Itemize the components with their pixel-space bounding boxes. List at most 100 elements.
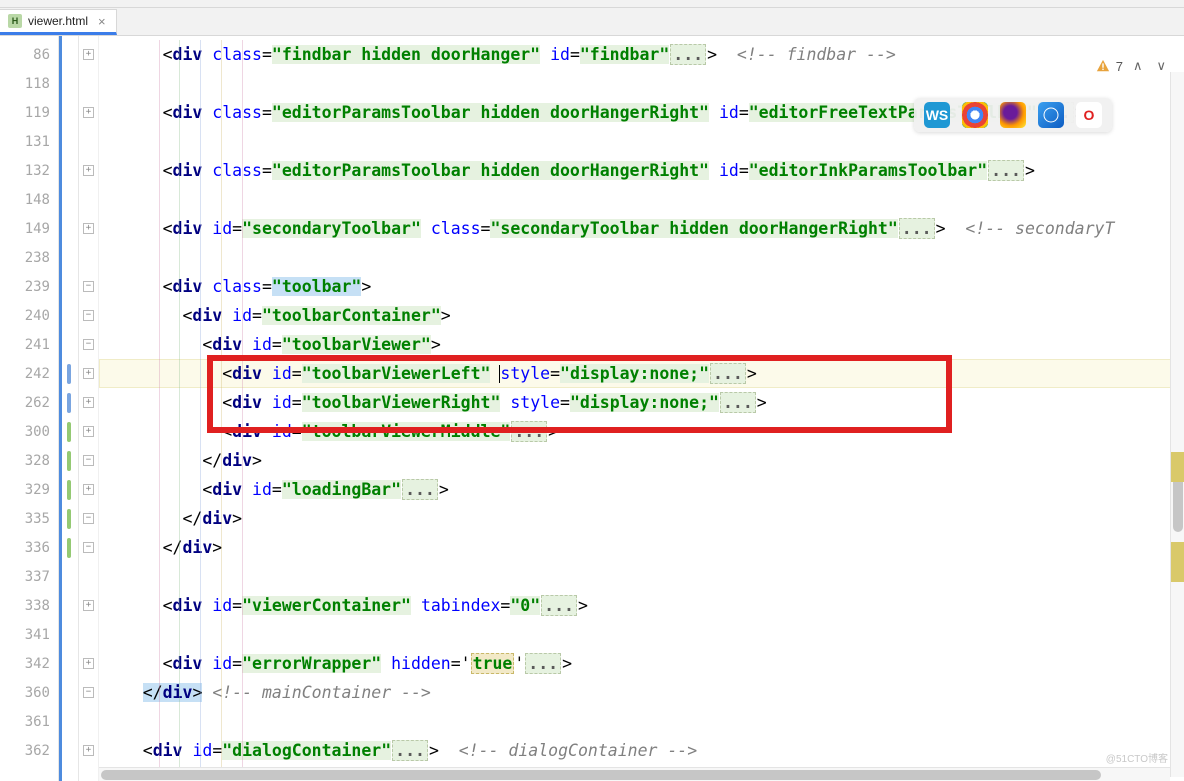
line-number-gutter: 8611811913113214814923823924024124226230…	[0, 36, 59, 781]
tab-strip: H viewer.html ×	[0, 8, 1184, 36]
line-number: 238	[0, 243, 58, 272]
firefox-icon[interactable]	[1000, 102, 1026, 128]
code-line[interactable]	[99, 620, 1184, 649]
fold-toggle[interactable]: +	[79, 359, 98, 388]
fold-toggle[interactable]: +	[79, 649, 98, 678]
fold-toggle	[79, 707, 98, 736]
fold-toggle	[79, 562, 98, 591]
editor-area: 8611811913113214814923823924024124226230…	[0, 36, 1184, 781]
line-number: 341	[0, 620, 58, 649]
watermark: @51CTO博客	[1106, 750, 1168, 765]
code-line[interactable]: <div id="toolbarViewerMiddle"...>	[99, 417, 1184, 446]
gutter-vertical-line	[59, 36, 62, 781]
code-line[interactable]: <div id="loadingBar"...>	[99, 475, 1184, 504]
code-line[interactable]: <div class="toolbar">	[99, 272, 1184, 301]
warning-icon	[1096, 59, 1110, 73]
horizontal-scrollbar[interactable]	[99, 767, 1170, 781]
warning-count: 7	[1116, 59, 1123, 74]
fold-toggle[interactable]: −	[79, 678, 98, 707]
code-line[interactable]: <div id="viewerContainer" tabindex="0"..…	[99, 591, 1184, 620]
code-line[interactable]: <div id="toolbarViewerLeft" style="displ…	[99, 359, 1184, 388]
code-line[interactable]: <div id="errorWrapper" hidden='true'...>	[99, 649, 1184, 678]
inspection-hints[interactable]: 7 ∧ ∨	[1096, 58, 1170, 74]
fold-toggle[interactable]: +	[79, 214, 98, 243]
next-highlight-icon[interactable]: ∨	[1152, 58, 1170, 74]
close-icon[interactable]: ×	[98, 14, 106, 29]
line-number: 119	[0, 98, 58, 127]
code-line[interactable]: <div id="dialogContainer"...> <!-- dialo…	[99, 736, 1184, 765]
line-number: 335	[0, 504, 58, 533]
code-line[interactable]: </div> <!-- mainContainer -->	[99, 678, 1184, 707]
line-number: 239	[0, 272, 58, 301]
code-text-area[interactable]: <div class="findbar hidden doorHanger" i…	[99, 36, 1184, 781]
fold-toggle	[79, 243, 98, 272]
file-tab[interactable]: H viewer.html ×	[0, 9, 117, 35]
scroll-track-mark[interactable]	[1171, 542, 1184, 582]
code-line[interactable]: <div class="editorParamsToolbar hidden d…	[99, 156, 1184, 185]
fold-toggle[interactable]: +	[79, 736, 98, 765]
line-number: 118	[0, 69, 58, 98]
line-number: 328	[0, 446, 58, 475]
code-line[interactable]	[99, 562, 1184, 591]
fold-toggle[interactable]: −	[79, 272, 98, 301]
fold-toggle	[79, 620, 98, 649]
code-line[interactable]: <div id="toolbarViewer">	[99, 330, 1184, 359]
fold-toggle[interactable]: −	[79, 301, 98, 330]
fold-toggle	[79, 69, 98, 98]
horizontal-scroll-thumb[interactable]	[101, 770, 1101, 780]
safari-icon[interactable]	[1038, 102, 1064, 128]
line-number: 131	[0, 127, 58, 156]
line-number: 262	[0, 388, 58, 417]
fold-toggle[interactable]: +	[79, 388, 98, 417]
fold-toggle[interactable]: −	[79, 504, 98, 533]
fold-toggle	[79, 185, 98, 214]
code-line[interactable]: </div>	[99, 446, 1184, 475]
chrome-icon[interactable]	[962, 102, 988, 128]
line-number: 337	[0, 562, 58, 591]
browser-dock: WS O	[914, 98, 1112, 132]
line-number: 242	[0, 359, 58, 388]
line-number: 86	[0, 40, 58, 69]
code-line[interactable]: <div id="toolbarContainer">	[99, 301, 1184, 330]
code-line[interactable]: <div id="secondaryToolbar" class="second…	[99, 214, 1184, 243]
fold-toggle[interactable]: −	[79, 330, 98, 359]
fold-toggle[interactable]: +	[79, 98, 98, 127]
webstorm-icon[interactable]: WS	[924, 102, 950, 128]
line-number: 149	[0, 214, 58, 243]
code-line[interactable]: <div id="toolbarViewerRight" style="disp…	[99, 388, 1184, 417]
line-number: 342	[0, 649, 58, 678]
opera-icon[interactable]: O	[1076, 102, 1102, 128]
line-number: 362	[0, 736, 58, 765]
vertical-scrollbar[interactable]	[1170, 72, 1184, 777]
code-line[interactable]	[99, 243, 1184, 272]
prev-highlight-icon[interactable]: ∧	[1129, 58, 1147, 74]
change-marker-gutter	[59, 36, 79, 781]
code-line[interactable]	[99, 185, 1184, 214]
code-line[interactable]: </div>	[99, 504, 1184, 533]
line-number: 329	[0, 475, 58, 504]
fold-toggle[interactable]: +	[79, 40, 98, 69]
line-number: 360	[0, 678, 58, 707]
fold-gutter: ++++−−−+++−+−−++−+	[79, 36, 99, 781]
line-number: 338	[0, 591, 58, 620]
code-line[interactable]: <div class="findbar hidden doorHanger" i…	[99, 40, 1184, 69]
fold-toggle[interactable]: −	[79, 533, 98, 562]
scroll-track-mark[interactable]	[1171, 452, 1184, 482]
line-number: 148	[0, 185, 58, 214]
code-line[interactable]	[99, 707, 1184, 736]
line-number: 132	[0, 156, 58, 185]
fold-toggle[interactable]: +	[79, 591, 98, 620]
line-number: 336	[0, 533, 58, 562]
html-file-icon: H	[8, 14, 22, 28]
code-line[interactable]	[99, 69, 1184, 98]
line-number: 361	[0, 707, 58, 736]
code-line[interactable]: </div>	[99, 533, 1184, 562]
line-number: 240	[0, 301, 58, 330]
fold-toggle	[79, 127, 98, 156]
tab-filename: viewer.html	[28, 14, 88, 28]
fold-toggle[interactable]: +	[79, 475, 98, 504]
window-top-strip	[0, 0, 1184, 8]
fold-toggle[interactable]: +	[79, 417, 98, 446]
fold-toggle[interactable]: +	[79, 156, 98, 185]
fold-toggle[interactable]: −	[79, 446, 98, 475]
